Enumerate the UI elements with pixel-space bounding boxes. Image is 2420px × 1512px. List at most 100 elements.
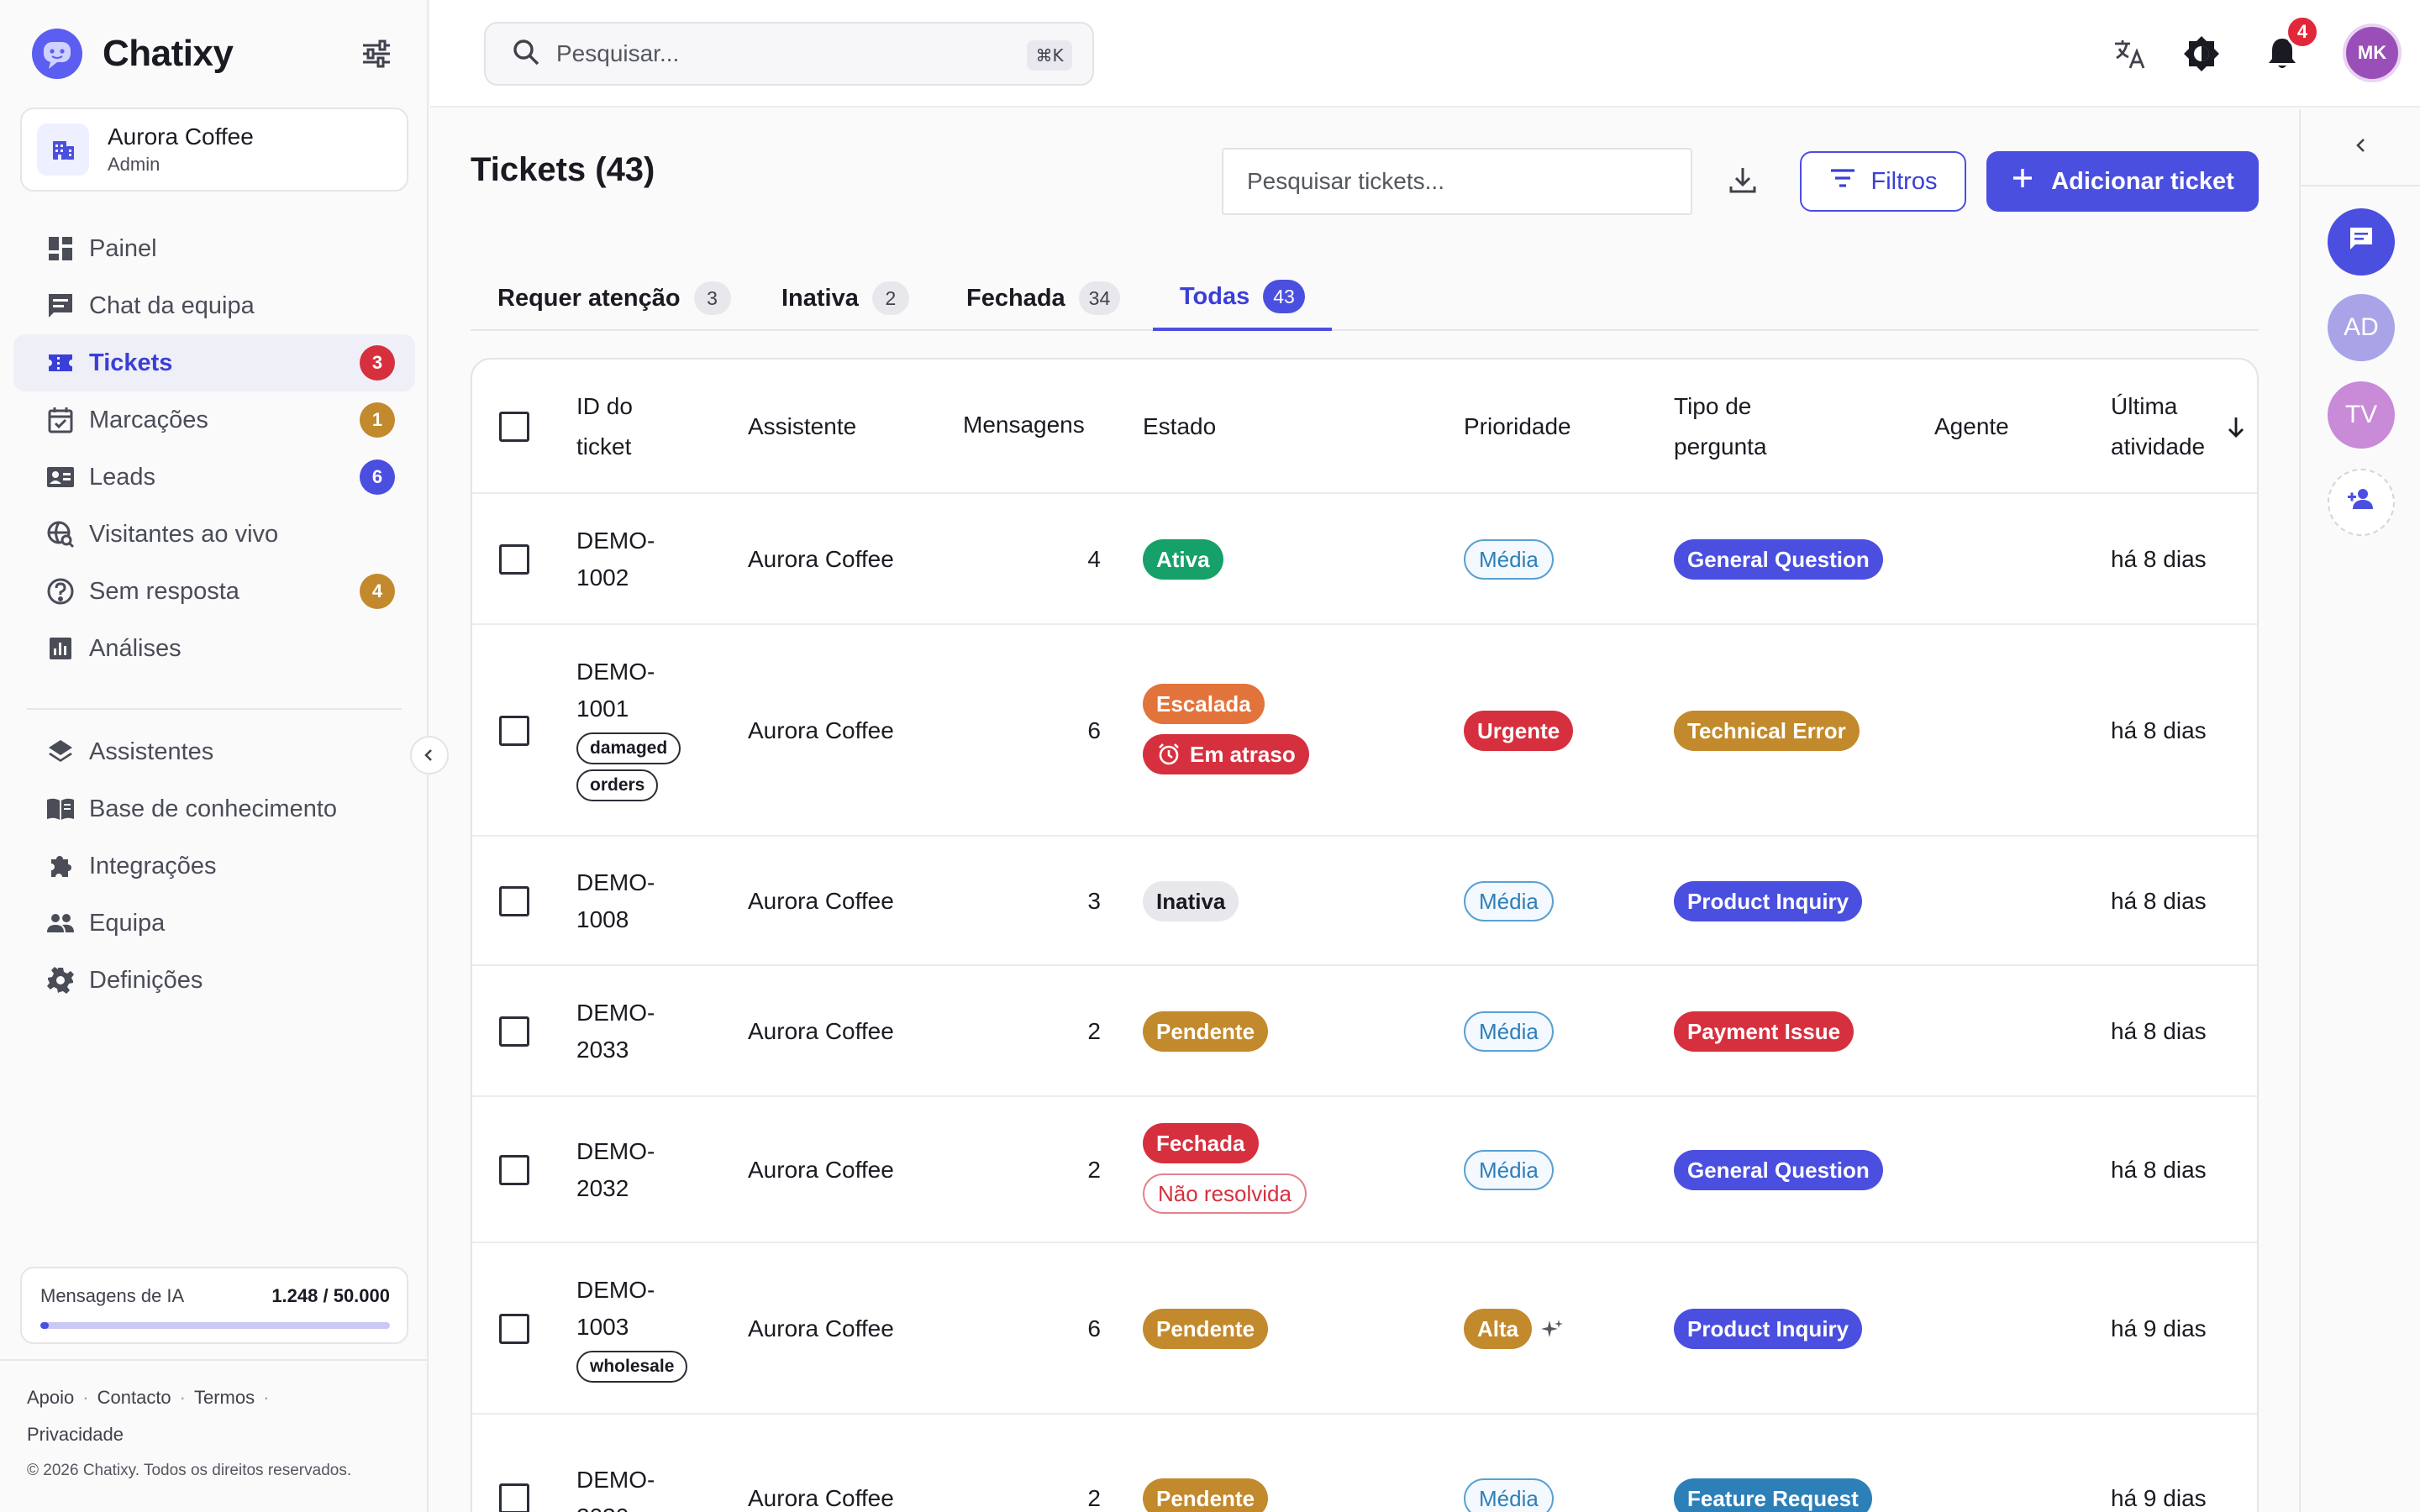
state-pill: Inativa bbox=[1143, 881, 1239, 921]
team-icon bbox=[45, 908, 76, 938]
column-header-assistant[interactable]: Assistente bbox=[748, 407, 856, 447]
row-checkbox[interactable] bbox=[499, 886, 529, 916]
live-visitors-icon bbox=[45, 519, 76, 549]
footer-link-support[interactable]: Apoio bbox=[27, 1387, 74, 1408]
row-checkbox[interactable] bbox=[499, 716, 529, 746]
column-header-question-type[interactable]: Tipo de pergunta bbox=[1674, 386, 1767, 467]
sidebar-item-integrações[interactable]: Integrações bbox=[13, 837, 415, 895]
row-checkbox[interactable] bbox=[499, 1016, 529, 1047]
filters-button[interactable]: Filtros bbox=[1800, 151, 1966, 212]
theme-brightness-icon[interactable] bbox=[2181, 34, 2222, 74]
organization-switcher[interactable]: Aurora Coffee Admin bbox=[20, 108, 408, 192]
ticket-id[interactable]: DEMO- 2033 bbox=[576, 995, 655, 1068]
last-activity: há 8 dias bbox=[2111, 546, 2207, 572]
sidebar-item-análises[interactable]: Análises bbox=[13, 620, 415, 677]
download-button[interactable] bbox=[1723, 161, 1763, 202]
tab-label: Todas bbox=[1180, 282, 1250, 310]
sidebar-item-visitantes-ao-vivo[interactable]: Visitantes ao vivo bbox=[13, 506, 415, 563]
ticket-id[interactable]: DEMO- 1008 bbox=[576, 864, 655, 938]
sidebar-item-chat-da-equipa[interactable]: Chat da equipa bbox=[13, 277, 415, 334]
tab-label: Inativa bbox=[781, 284, 859, 312]
state-pill: Pendente bbox=[1143, 1011, 1269, 1052]
chevron-left-icon bbox=[2352, 136, 2370, 159]
config-nav: Assistentes Base de conhecimento Integraçõ… bbox=[13, 723, 415, 1009]
ticket-id[interactable]: DEMO-2030 bbox=[576, 1462, 655, 1512]
ticket-search-input[interactable]: Pesquisar tickets... bbox=[1222, 148, 1692, 215]
priority-pill: Média bbox=[1464, 1150, 1554, 1190]
footer-link-contact[interactable]: Contacto bbox=[97, 1387, 171, 1408]
sidebar-item-label: Painel bbox=[89, 234, 157, 262]
column-header-messages[interactable]: Mensagens bbox=[963, 405, 1085, 445]
brand[interactable]: Chatixy bbox=[32, 27, 234, 81]
ticket-id[interactable]: DEMO- 2032 bbox=[576, 1133, 655, 1207]
state-pill: Em atraso bbox=[1143, 734, 1309, 774]
collapse-sidebar-button[interactable] bbox=[410, 736, 449, 774]
sidebar-item-label: Marcações bbox=[89, 406, 208, 433]
rail-collapse-button[interactable] bbox=[2301, 109, 2420, 186]
sidebar-item-base-de-conhecimento[interactable]: Base de conhecimento bbox=[13, 780, 415, 837]
rail-add-member-button[interactable] bbox=[2328, 469, 2395, 536]
add-ticket-button[interactable]: Adicionar ticket bbox=[1986, 151, 2259, 212]
count-badge: 6 bbox=[360, 459, 395, 495]
tickets-table: ID do ticket Assistente Mensagens Estado … bbox=[471, 358, 2259, 1512]
gear-icon bbox=[45, 965, 76, 995]
sidebar-item-definições[interactable]: Definições bbox=[13, 952, 415, 1009]
ticket-id[interactable]: DEMO- 1001 damaged orders bbox=[576, 654, 681, 801]
column-header-agent[interactable]: Agente bbox=[1934, 407, 2009, 447]
rail-chat-button[interactable] bbox=[2328, 208, 2395, 276]
footer-link-terms[interactable]: Termos bbox=[194, 1387, 255, 1408]
assistant-name: Aurora Coffee bbox=[748, 1485, 894, 1511]
ticket-tag: damaged bbox=[576, 732, 681, 764]
sidebar-settings-sliders-icon[interactable] bbox=[360, 37, 393, 71]
translate-icon[interactable] bbox=[2109, 34, 2149, 74]
column-header-priority[interactable]: Prioridade bbox=[1464, 407, 1571, 447]
column-header-state[interactable]: Estado bbox=[1143, 407, 1216, 447]
sidebar-item-leads[interactable]: Leads 6 bbox=[13, 449, 415, 506]
brand-name: Chatixy bbox=[103, 33, 234, 74]
search-input[interactable]: Pesquisar... bbox=[556, 40, 679, 67]
table-row[interactable]: DEMO- 1001 damaged orders Aurora Coffee 6 Esca… bbox=[472, 625, 2257, 837]
row-checkbox[interactable] bbox=[499, 1483, 529, 1512]
last-activity: há 8 dias bbox=[2111, 717, 2207, 743]
sidebar-item-marcações[interactable]: Marcações 1 bbox=[13, 391, 415, 449]
table-row[interactable]: DEMO- 1002 Aurora Coffee 4 Ativa Média General… bbox=[472, 494, 2257, 625]
row-checkbox[interactable] bbox=[499, 1314, 529, 1344]
plus-icon bbox=[2011, 166, 2034, 197]
table-row[interactable]: DEMO- 1003 wholesale Aurora Coffee 6 Pendente… bbox=[472, 1243, 2257, 1415]
footer-divider bbox=[0, 1359, 429, 1361]
question-icon bbox=[45, 576, 76, 606]
user-avatar[interactable]: MK bbox=[2343, 24, 2402, 82]
sidebar-item-label: Leads bbox=[89, 463, 156, 491]
table-row[interactable]: DEMO- 2032 Aurora Coffee 2 Fechada Não resolv… bbox=[472, 1097, 2257, 1243]
sidebar-item-label: Visitantes ao vivo bbox=[89, 520, 279, 548]
ticket-icon bbox=[45, 348, 76, 378]
footer-link-privacy[interactable]: Privacidade bbox=[27, 1424, 124, 1445]
tab-3[interactable]: Todas 43 bbox=[1153, 265, 1332, 331]
tab-2[interactable]: Fechada 34 bbox=[966, 265, 1121, 331]
tab-0[interactable]: Requer atenção 3 bbox=[497, 265, 731, 331]
filters-label: Filtros bbox=[1870, 167, 1938, 195]
sidebar-item-sem-resposta[interactable]: Sem resposta 4 bbox=[13, 563, 415, 620]
assistant-name: Aurora Coffee bbox=[748, 888, 894, 914]
sort-descending-icon[interactable] bbox=[2223, 415, 2249, 444]
sidebar-item-painel[interactable]: Painel bbox=[13, 220, 415, 277]
tab-label: Fechada bbox=[966, 284, 1065, 312]
sidebar-item-tickets[interactable]: Tickets 3 bbox=[13, 334, 415, 391]
select-all-checkbox[interactable] bbox=[499, 412, 529, 442]
column-header-last-activity[interactable]: Última atividade bbox=[2111, 386, 2205, 467]
sidebar-item-equipa[interactable]: Equipa bbox=[13, 895, 415, 952]
rail-avatar-ad[interactable]: AD bbox=[2328, 294, 2395, 361]
ticket-id[interactable]: DEMO- 1003 wholesale bbox=[576, 1272, 688, 1383]
global-search[interactable]: Pesquisar... ⌘K bbox=[484, 22, 1094, 86]
table-row[interactable]: DEMO- 1008 Aurora Coffee 3 Inativa Média Produ… bbox=[472, 837, 2257, 966]
sidebar-item-assistentes[interactable]: Assistentes bbox=[13, 723, 415, 780]
table-row[interactable]: DEMO-2030 Aurora Coffee 2 Pendente Média Feat… bbox=[472, 1415, 2257, 1512]
rail-avatar-tv[interactable]: TV bbox=[2328, 381, 2395, 449]
tab-1[interactable]: Inativa 2 bbox=[781, 265, 909, 331]
ticket-id[interactable]: DEMO- 1002 bbox=[576, 522, 655, 596]
row-checkbox[interactable] bbox=[499, 544, 529, 575]
priority-pill: Média bbox=[1464, 881, 1554, 921]
row-checkbox[interactable] bbox=[499, 1155, 529, 1185]
table-row[interactable]: DEMO- 2033 Aurora Coffee 2 Pendente Média Paym… bbox=[472, 966, 2257, 1097]
column-header-id[interactable]: ID do ticket bbox=[576, 386, 633, 467]
